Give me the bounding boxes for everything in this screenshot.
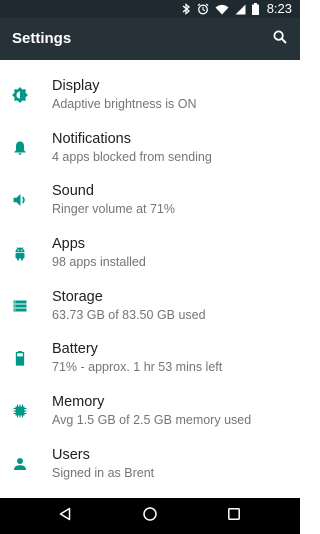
settings-item-sound[interactable]: Sound Ringer volume at 71% bbox=[0, 171, 300, 224]
settings-item-title: Battery bbox=[52, 341, 98, 358]
settings-item-display[interactable]: Display Adaptive brightness is ON bbox=[0, 66, 300, 119]
settings-item-memory[interactable]: Memory Avg 1.5 GB of 2.5 GB memory used bbox=[0, 382, 300, 435]
battery-icon bbox=[11, 349, 29, 367]
search-button[interactable] bbox=[268, 27, 292, 51]
home-button[interactable] bbox=[141, 506, 159, 527]
status-icons: 8:23 bbox=[182, 0, 292, 18]
app-bar: Settings bbox=[0, 18, 300, 60]
settings-item-title: Users bbox=[52, 446, 90, 463]
status-time: 8:23 bbox=[266, 1, 292, 16]
home-icon bbox=[142, 506, 158, 527]
battery-icon bbox=[251, 3, 259, 15]
wifi-icon bbox=[215, 4, 229, 15]
bell-icon bbox=[11, 139, 29, 157]
settings-item-summary: 4 apps blocked from sending bbox=[52, 149, 212, 164]
settings-item-summary: 98 apps installed bbox=[52, 255, 146, 270]
settings-item-summary: Ringer volume at 71% bbox=[52, 202, 175, 217]
settings-item-storage[interactable]: Storage 63.73 GB of 83.50 GB used bbox=[0, 277, 300, 330]
settings-item-title: Memory bbox=[52, 394, 105, 411]
navigation-bar bbox=[0, 498, 300, 534]
recents-icon bbox=[227, 507, 241, 526]
memory-icon bbox=[11, 402, 29, 420]
person-icon bbox=[11, 455, 29, 473]
settings-item-summary: Signed in as Brent bbox=[52, 465, 155, 480]
settings-item-summary: 63.73 GB of 83.50 GB used bbox=[52, 307, 206, 322]
status-bar: 8:23 bbox=[0, 0, 300, 18]
settings-item-users[interactable]: Users Signed in as Brent bbox=[0, 435, 300, 488]
settings-item-title: Apps bbox=[52, 236, 86, 253]
back-icon bbox=[58, 507, 72, 526]
settings-item-title: Display bbox=[52, 78, 100, 94]
settings-item-battery[interactable]: Battery 71% - approx. 1 hr 53 mins left bbox=[0, 329, 300, 382]
android-icon bbox=[11, 244, 29, 262]
brightness-icon bbox=[11, 86, 29, 104]
settings-item-summary: Adaptive brightness is ON bbox=[52, 97, 197, 111]
settings-item-notifications[interactable]: Notifications 4 apps blocked from sendin… bbox=[0, 119, 300, 172]
settings-item-title: Sound bbox=[52, 183, 94, 200]
settings-item-title: Notifications bbox=[52, 130, 131, 147]
settings-item-summary: 71% - approx. 1 hr 53 mins left bbox=[52, 360, 223, 375]
settings-item-apps[interactable]: Apps 98 apps installed bbox=[0, 224, 300, 277]
search-icon bbox=[273, 30, 287, 49]
settings-item-summary: Avg 1.5 GB of 2.5 GB memory used bbox=[52, 413, 252, 428]
settings-item-title: Storage bbox=[52, 288, 103, 305]
settings-list: Display Adaptive brightness is ON Notifi… bbox=[0, 66, 300, 488]
bluetooth-icon bbox=[182, 3, 191, 15]
cell-signal-icon bbox=[235, 4, 246, 15]
back-button[interactable] bbox=[56, 507, 74, 525]
volume-icon bbox=[11, 191, 29, 209]
storage-icon bbox=[11, 297, 29, 315]
page-title: Settings bbox=[12, 30, 72, 47]
alarm-icon bbox=[197, 3, 209, 15]
recents-button[interactable] bbox=[225, 507, 243, 525]
